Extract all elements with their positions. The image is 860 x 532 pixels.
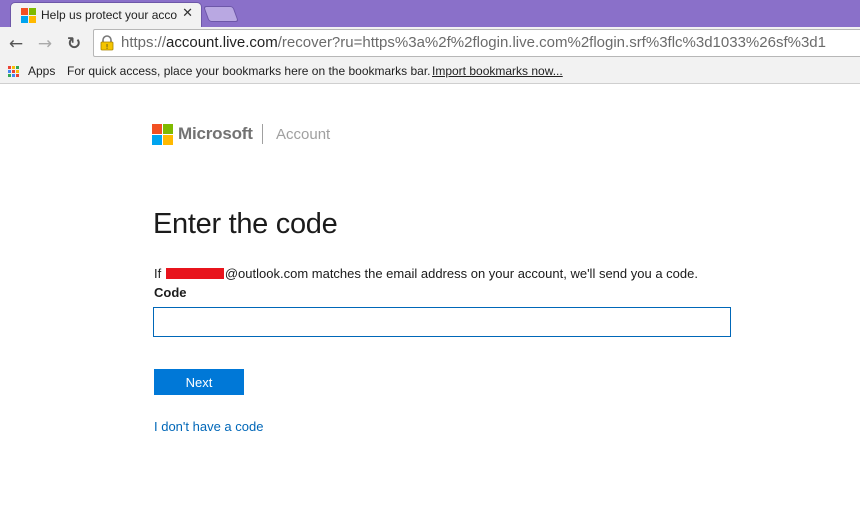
tab-strip: Help us protect your acco ✕ [0,0,860,27]
brand-divider [262,124,263,144]
instruction-text: If @outlook.com matches the email addres… [154,266,698,281]
reload-icon[interactable]: ↻ [63,33,85,55]
message-suffix: @outlook.com matches the email address o… [224,266,698,281]
redacted-email [165,268,224,279]
code-label: Code [154,285,187,300]
no-code-link[interactable]: I don't have a code [154,419,263,434]
back-arrow-icon[interactable]: ← [5,33,27,55]
apps-shortcut[interactable]: Apps [28,64,55,78]
page-title: Enter the code [153,208,338,240]
message-prefix: If [154,266,162,281]
microsoft-favicon-icon [21,8,36,23]
tab-close-icon[interactable]: ✕ [182,6,193,21]
import-bookmarks-link[interactable]: Import bookmarks now... [432,64,563,78]
bookmarks-bar: Apps For quick access, place your bookma… [0,60,860,84]
browser-toolbar: ← → ↻ ! https://account.live.com/recover… [0,27,860,60]
browser-tab[interactable]: Help us protect your acco ✕ [10,2,202,27]
code-input[interactable] [153,307,731,337]
forward-arrow-icon[interactable]: → [34,33,56,55]
url-text: https://account.live.com/recover?ru=http… [121,34,826,51]
svg-text:!: ! [106,43,109,51]
apps-grid-icon[interactable] [8,66,20,78]
bookmarks-hint: For quick access, place your bookmarks h… [67,64,431,78]
url-host: account.live.com [166,34,278,51]
url-path: /recover?ru=https%3a%2f%2flogin.live.com… [277,34,826,51]
brand-name: Microsoft [178,124,253,143]
lock-warning-icon: ! [100,35,114,51]
microsoft-logo-icon [152,124,173,145]
next-button[interactable]: Next [154,369,244,395]
url-scheme: https:// [121,34,167,51]
new-tab-button[interactable] [203,6,239,22]
brand-product: Account [276,126,331,143]
address-bar[interactable]: ! https://account.live.com/recover?ru=ht… [93,29,860,57]
tab-title: Help us protect your acco [41,8,178,22]
